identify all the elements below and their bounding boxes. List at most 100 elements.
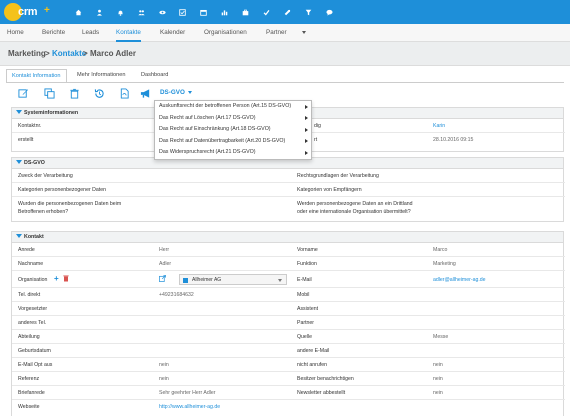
info-row: anderes Tel. Partner <box>12 316 565 330</box>
dsgvo-button-label: DS-GVO <box>160 89 185 96</box>
nav-item-berichte[interactable]: Berichte <box>42 24 65 42</box>
tab-divider <box>6 82 564 83</box>
chevron-down-icon <box>278 279 282 282</box>
info-row: Kategorien personenbezogener Daten Kateg… <box>12 183 565 197</box>
panel-title: DS-GVO <box>24 160 45 166</box>
field-label: Kategorien personenbezogener Daten <box>18 187 106 193</box>
megaphone-icon[interactable] <box>140 88 151 99</box>
field-label: E-Mail Opt aus <box>18 362 53 368</box>
collapse-triangle-icon <box>16 160 22 164</box>
briefcase-icon[interactable] <box>235 0 256 24</box>
tab-mehr-informationen[interactable]: Mehr Informationen <box>72 69 131 83</box>
add-organisation-icon[interactable]: + <box>54 274 59 283</box>
field-label: Zweck der Verarbeitung <box>18 173 73 179</box>
nav-item-kalender[interactable]: Kalender <box>160 24 185 42</box>
field-label: Vorname <box>297 247 318 253</box>
menu-item-art17[interactable]: Das Recht auf Löschen (Art.17 DS-GVO) <box>155 113 311 125</box>
field-label: Webseite <box>18 404 40 410</box>
pdf-icon[interactable] <box>119 88 130 99</box>
field-label: erstellt <box>18 137 34 143</box>
field-label: Wurden die personenbezogenen Daten beim <box>18 201 122 207</box>
nav-item-home[interactable]: Home <box>7 24 24 42</box>
duplicate-icon[interactable] <box>44 88 55 99</box>
tab-kontakt-information[interactable]: Kontakt Information <box>6 69 67 83</box>
history-icon[interactable] <box>94 88 105 99</box>
top-bar: crm + <box>0 0 570 24</box>
edit-icon[interactable] <box>18 88 29 99</box>
collapse-triangle-icon <box>16 234 22 238</box>
page-title: Marco Adler <box>90 49 136 58</box>
field-label: Newsletter abbestellt <box>297 390 346 396</box>
menu-item-art21[interactable]: Das Widerspruchsrecht (Art.21 DS-GVO) <box>155 147 311 159</box>
check-icon[interactable] <box>256 0 277 24</box>
field-label: Betroffenen erhoben? <box>18 209 69 215</box>
website-link[interactable]: http://www.allheimer-ag.de <box>159 404 220 410</box>
info-row: Nachname Adler Funktion Marketing <box>12 257 565 271</box>
field-label: Rechtsgrundlagen der Verarbeitung <box>297 173 379 179</box>
field-value: Herr <box>159 247 170 253</box>
menu-item-label: Das Recht auf Löschen (Art.17 DS-GVO) <box>159 114 256 121</box>
field-value[interactable]: Karin <box>433 123 445 129</box>
menu-item-art18[interactable]: Das Recht auf Einschränkung (Art.18 DS-G… <box>155 124 311 136</box>
nav-item-leads[interactable]: Leads <box>82 24 99 42</box>
nav-item-kontakte[interactable]: Kontakte <box>116 24 141 42</box>
menu-item-art20[interactable]: Das Recht auf Datenübertragbarkeit (Art.… <box>155 136 311 148</box>
organisation-home-icon <box>183 277 188 283</box>
field-label: nicht anrufen <box>297 362 327 368</box>
organisation-select-value: Allheimer AG <box>192 277 222 283</box>
info-row: Referenz nein Besitzer benachrichtigen n… <box>12 372 565 386</box>
field-value: Adler <box>159 261 172 267</box>
email-link[interactable]: adler@allheimer-ag.de <box>433 277 486 283</box>
breadcrumb-root[interactable]: Marketing <box>8 49 46 58</box>
chevron-down-icon <box>187 90 192 94</box>
nav-item-organisationen[interactable]: Organisationen <box>204 24 247 42</box>
breadcrumb-sep: > <box>83 49 88 58</box>
field-label: rt <box>314 137 318 143</box>
chevron-right-icon <box>305 104 308 109</box>
wrench-icon[interactable] <box>277 0 298 24</box>
organisation-select[interactable]: Allheimer AG <box>179 274 287 285</box>
info-row: Anrede Herr Vorname Marco <box>12 243 565 257</box>
external-link-icon[interactable] <box>159 275 166 282</box>
chat-icon[interactable] <box>319 0 340 24</box>
menu-item-label: Das Widerspruchsrecht (Art.21 DS-GVO) <box>159 149 256 156</box>
menu-item-art15[interactable]: Auskunftsrecht der betroffenen Person (A… <box>155 101 311 113</box>
eye-icon[interactable] <box>152 0 173 24</box>
top-icon-bar <box>68 0 340 24</box>
field-label: dig <box>314 123 321 129</box>
info-row: Briefanrede Sehr geehrter Herr Adler New… <box>12 386 565 400</box>
panel-title: Kontakt <box>24 234 44 240</box>
remove-organisation-icon[interactable] <box>63 275 69 282</box>
trash-icon[interactable] <box>69 88 80 99</box>
main-nav: Home Berichte Leads Kontakte Kalender Or… <box>0 24 570 42</box>
panel-header-kontakt[interactable]: Kontakt <box>12 232 563 243</box>
filter-icon[interactable] <box>298 0 319 24</box>
field-value: Messe <box>433 334 449 340</box>
bell-icon[interactable] <box>110 0 131 24</box>
user-icon[interactable] <box>89 0 110 24</box>
checkbox-icon[interactable] <box>172 0 193 24</box>
menu-item-label: Auskunftsrecht der betroffenen Person (A… <box>159 103 292 109</box>
bar-chart-icon[interactable] <box>214 0 235 24</box>
field-label: Anrede <box>18 247 35 253</box>
nav-item-partner[interactable]: Partner <box>266 24 287 42</box>
chevron-right-icon <box>305 116 308 121</box>
breadcrumb-section[interactable]: Kontakte <box>52 49 86 58</box>
info-row: Organisation + Allheimer AG E-Mail adler… <box>12 271 565 288</box>
field-label: Geburtsdatum <box>18 348 51 354</box>
panel-title: Systeminformationen <box>24 110 79 116</box>
home-icon[interactable] <box>68 0 89 24</box>
panel-kontakt: Kontakt Anrede Herr Vorname Marco Nachna… <box>11 231 565 416</box>
dsgvo-dropdown-button[interactable]: DS-GVO <box>160 89 192 96</box>
field-label: Mobil <box>297 292 310 298</box>
field-label: E-Mail <box>297 276 312 283</box>
field-label: Kategorien von Empfängern <box>297 187 362 193</box>
nav-more-caret-icon[interactable] <box>302 31 306 34</box>
tab-dashboard[interactable]: Dashboard <box>136 69 173 83</box>
crm-logo[interactable]: crm + <box>4 3 52 21</box>
field-label: Referenz <box>18 376 40 382</box>
field-value: Marketing <box>433 261 456 267</box>
users-icon[interactable] <box>131 0 152 24</box>
field-label: oder eine internationale Organisation üb… <box>297 209 411 215</box>
calendar-icon[interactable] <box>193 0 214 24</box>
